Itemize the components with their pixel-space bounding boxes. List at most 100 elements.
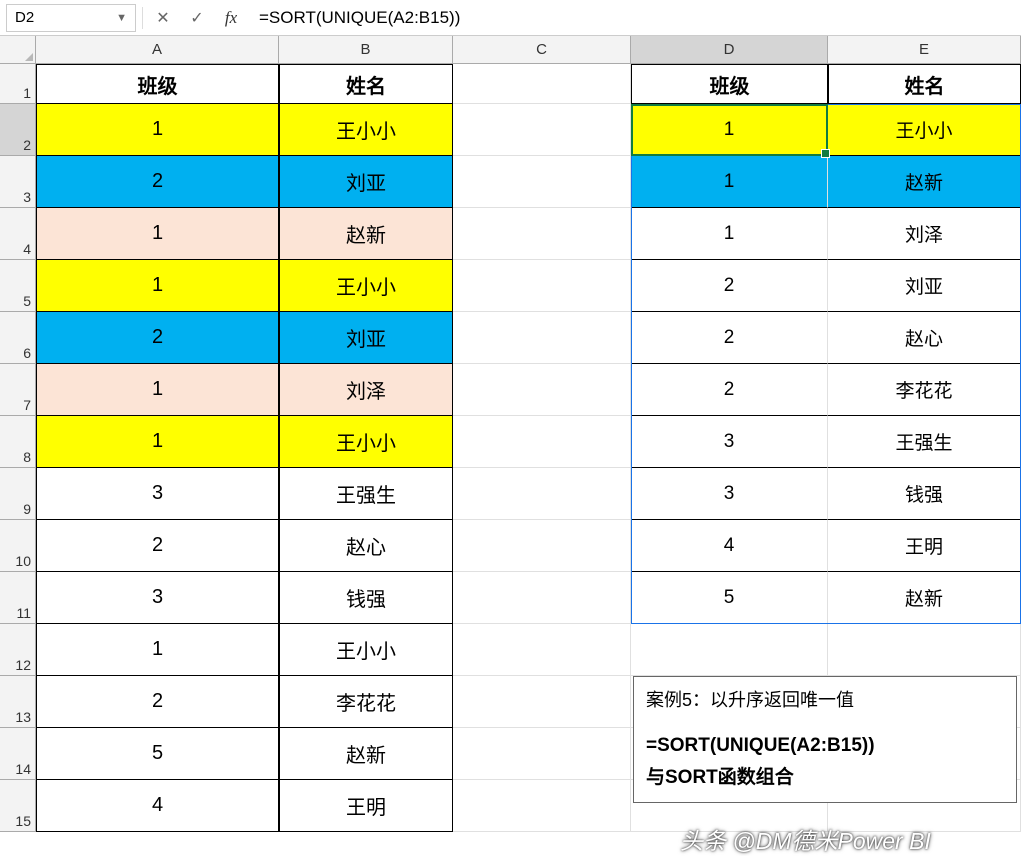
cell[interactable] — [453, 624, 631, 676]
cell[interactable] — [453, 468, 631, 520]
col-header-D[interactable]: D — [631, 36, 828, 64]
cell[interactable]: 1 — [36, 364, 279, 416]
enter-icon[interactable]: ✓ — [183, 4, 211, 32]
cell[interactable]: 2 — [36, 312, 279, 364]
left-header-name[interactable]: 姓名 — [279, 64, 453, 104]
cell[interactable] — [453, 104, 631, 156]
cell[interactable]: 2 — [631, 364, 828, 416]
cell[interactable] — [453, 416, 631, 468]
col-header-E[interactable]: E — [828, 36, 1021, 64]
note-line1: 案例5：以升序返回唯一值 — [646, 685, 1004, 716]
cell[interactable]: 赵新 — [279, 208, 453, 260]
cell[interactable]: 5 — [631, 572, 828, 624]
cell[interactable] — [453, 572, 631, 624]
cell[interactable]: 王小小 — [279, 624, 453, 676]
cell[interactable]: 1 — [36, 416, 279, 468]
col-header-C[interactable]: C — [453, 36, 631, 64]
row-header[interactable]: 14 — [0, 728, 36, 780]
row-header[interactable]: 4 — [0, 208, 36, 260]
cell[interactable]: 王小小 — [279, 260, 453, 312]
cell[interactable]: 1 — [36, 208, 279, 260]
note-line3: 与SORT函数组合 — [646, 762, 1004, 794]
cell[interactable] — [453, 208, 631, 260]
cell[interactable] — [453, 520, 631, 572]
cell[interactable]: 刘亚 — [279, 312, 453, 364]
cell[interactable]: 刘泽 — [828, 208, 1021, 260]
row-header[interactable]: 1 — [0, 64, 36, 104]
col-header-A[interactable]: A — [36, 36, 279, 64]
row-header[interactable]: 12 — [0, 624, 36, 676]
cell[interactable]: 1 — [36, 104, 279, 156]
cell[interactable]: 王明 — [828, 520, 1021, 572]
cell[interactable] — [453, 728, 631, 780]
cell[interactable] — [453, 260, 631, 312]
table-row: 81王小小 3王强生 — [0, 416, 1021, 468]
cell[interactable]: 1 — [631, 208, 828, 260]
row-header[interactable]: 11 — [0, 572, 36, 624]
row-header[interactable]: 8 — [0, 416, 36, 468]
cell[interactable]: 4 — [36, 780, 279, 832]
cell[interactable]: 5 — [36, 728, 279, 780]
name-box[interactable]: D2 ▼ — [6, 4, 136, 32]
cancel-icon[interactable]: ✕ — [149, 4, 177, 32]
cell[interactable]: 王小小 — [828, 104, 1021, 156]
cell[interactable] — [453, 156, 631, 208]
row-header[interactable]: 2 — [0, 104, 36, 156]
cell[interactable]: 王强生 — [828, 416, 1021, 468]
cell[interactable]: 李花花 — [828, 364, 1021, 416]
cell[interactable] — [453, 364, 631, 416]
cell[interactable]: 王强生 — [279, 468, 453, 520]
formula-input[interactable] — [251, 4, 1015, 32]
right-header-class[interactable]: 班级 — [631, 64, 828, 104]
cell[interactable]: 赵新 — [828, 156, 1021, 208]
row-header[interactable]: 6 — [0, 312, 36, 364]
chevron-down-icon[interactable]: ▼ — [116, 12, 127, 24]
row-header[interactable]: 9 — [0, 468, 36, 520]
cell[interactable] — [453, 64, 631, 104]
select-all-corner[interactable] — [0, 36, 36, 64]
row-header[interactable]: 10 — [0, 520, 36, 572]
row-header[interactable]: 5 — [0, 260, 36, 312]
cell[interactable] — [453, 780, 631, 832]
cell[interactable]: 王明 — [279, 780, 453, 832]
left-header-class[interactable]: 班级 — [36, 64, 279, 104]
cell[interactable] — [453, 312, 631, 364]
cell[interactable]: 3 — [36, 468, 279, 520]
cell[interactable]: 1 — [36, 260, 279, 312]
cell[interactable]: 3 — [631, 468, 828, 520]
cell[interactable]: 2 — [36, 520, 279, 572]
cell[interactable]: 2 — [631, 312, 828, 364]
cell[interactable]: 1 — [631, 104, 828, 156]
cell[interactable]: 1 — [631, 156, 828, 208]
cell[interactable] — [631, 624, 828, 676]
row-header[interactable]: 3 — [0, 156, 36, 208]
cell[interactable]: 刘泽 — [279, 364, 453, 416]
cell[interactable]: 李花花 — [279, 676, 453, 728]
cell[interactable]: 赵心 — [279, 520, 453, 572]
cell[interactable]: 钱强 — [828, 468, 1021, 520]
row-header[interactable]: 13 — [0, 676, 36, 728]
table-row: 93王强生3钱强 — [0, 468, 1021, 520]
cell[interactable]: 2 — [36, 156, 279, 208]
cell[interactable]: 王小小 — [279, 416, 453, 468]
col-header-B[interactable]: B — [279, 36, 453, 64]
cell[interactable]: 4 — [631, 520, 828, 572]
cell[interactable] — [453, 676, 631, 728]
cell[interactable]: 2 — [631, 260, 828, 312]
right-header-name[interactable]: 姓名 — [828, 64, 1021, 104]
fx-icon[interactable]: fx — [217, 4, 245, 32]
row-header[interactable]: 15 — [0, 780, 36, 832]
cell[interactable]: 钱强 — [279, 572, 453, 624]
cell[interactable]: 3 — [631, 416, 828, 468]
cell[interactable]: 王小小 — [279, 104, 453, 156]
cell[interactable]: 刘亚 — [279, 156, 453, 208]
cell[interactable]: 3 — [36, 572, 279, 624]
cell[interactable]: 赵新 — [279, 728, 453, 780]
row-header[interactable]: 7 — [0, 364, 36, 416]
cell[interactable]: 2 — [36, 676, 279, 728]
cell[interactable]: 1 — [36, 624, 279, 676]
cell[interactable]: 刘亚 — [828, 260, 1021, 312]
cell[interactable]: 赵新 — [828, 572, 1021, 624]
cell[interactable]: 赵心 — [828, 312, 1021, 364]
cell[interactable] — [828, 624, 1021, 676]
